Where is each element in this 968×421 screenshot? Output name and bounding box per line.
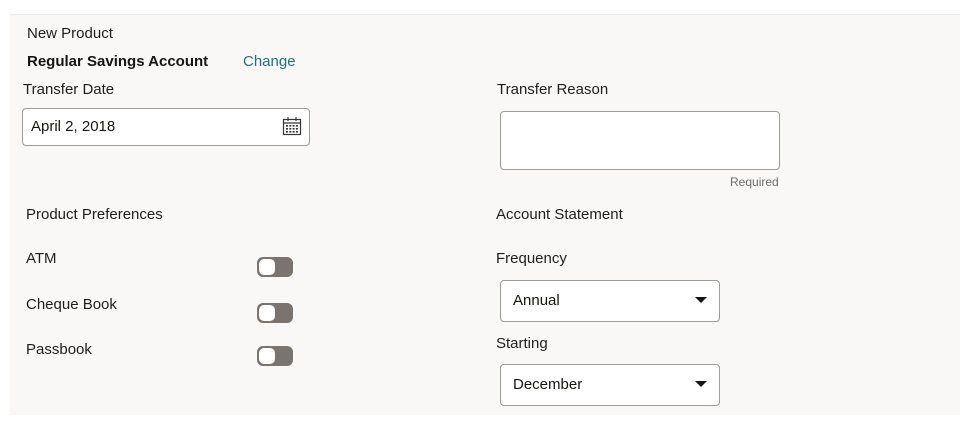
frequency-value: Annual [513, 292, 560, 309]
transfer-date-label: Transfer Date [23, 81, 115, 98]
change-product-link[interactable]: Change [243, 53, 296, 70]
chevron-down-icon [695, 297, 707, 303]
product-preferences-title: Product Preferences [26, 206, 163, 223]
transfer-date-field[interactable]: April 2, 2018 [22, 108, 310, 146]
transfer-date-value: April 2, 2018 [31, 118, 116, 135]
new-product-panel: New Product Regular Savings Account Chan… [10, 14, 960, 415]
transfer-reason-input[interactable] [500, 111, 780, 170]
section-title: New Product [27, 25, 113, 42]
toggle-knob [259, 305, 275, 321]
chevron-down-icon [695, 381, 707, 387]
cheque-book-label: Cheque Book [26, 296, 117, 313]
starting-select[interactable]: December [500, 364, 720, 406]
calendar-icon[interactable] [282, 116, 302, 136]
frequency-label: Frequency [496, 250, 567, 267]
passbook-label: Passbook [26, 341, 92, 358]
atm-toggle[interactable] [257, 257, 293, 277]
toggle-knob [259, 259, 275, 275]
toggle-knob [259, 348, 275, 364]
transfer-reason-required-hint: Required [730, 175, 779, 189]
product-name: Regular Savings Account [27, 53, 209, 70]
starting-value: December [513, 376, 583, 393]
starting-label: Starting [496, 335, 548, 352]
frequency-select[interactable]: Annual [500, 280, 720, 322]
atm-label: ATM [26, 250, 57, 267]
account-statement-title: Account Statement [496, 206, 623, 223]
passbook-toggle[interactable] [257, 346, 293, 366]
transfer-reason-label: Transfer Reason [497, 81, 609, 98]
cheque-book-toggle[interactable] [257, 303, 293, 323]
